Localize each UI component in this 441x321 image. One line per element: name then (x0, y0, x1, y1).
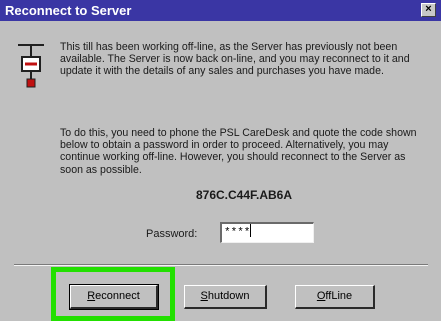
button-divider (14, 264, 428, 266)
reconnect-button[interactable]: Reconnect (69, 284, 159, 310)
reconnect-label: econnect (95, 290, 140, 302)
password-masked-value: **** (224, 227, 251, 239)
close-button[interactable]: × (421, 3, 436, 17)
shutdown-accelerator: S (200, 290, 208, 302)
offline-label: ffLine (325, 290, 353, 302)
window-title: Reconnect to Server (5, 3, 132, 18)
info-paragraph-2: To do this, you need to phone the PSL Ca… (60, 127, 417, 176)
title-bar[interactable]: Reconnect to Server × (0, 0, 441, 21)
offline-button[interactable]: OffLine (295, 285, 375, 309)
text-caret (250, 224, 252, 237)
reconnect-accelerator: R (87, 290, 96, 302)
shutdown-label: hutdown (207, 290, 250, 302)
reconnect-code: 876C.C44F.AB6A (195, 188, 293, 202)
password-field[interactable]: **** (220, 222, 314, 243)
info-paragraph-1: This till has been working off-line, as … (60, 41, 410, 78)
network-plug-icon (18, 44, 44, 88)
close-icon: × (425, 3, 432, 15)
reconnect-dialog: Reconnect to Server × This till has been… (0, 0, 441, 321)
shutdown-button[interactable]: Shutdown (184, 285, 267, 309)
password-label: Password: (146, 228, 198, 240)
